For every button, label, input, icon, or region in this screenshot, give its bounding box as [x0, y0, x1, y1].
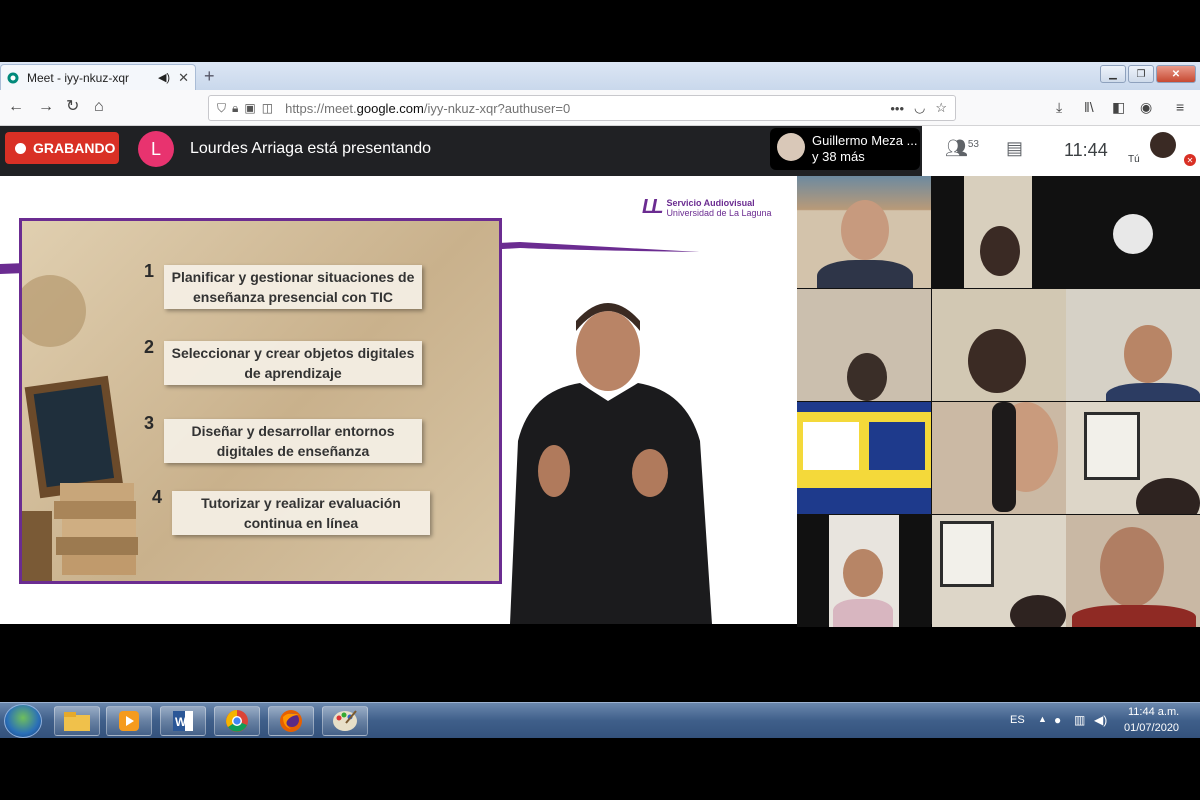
browser-nav-bar: ← → ↻ ⌂ ⛉ 🔒︎ ▣ ◫ https://meet.google.com… — [0, 90, 1200, 126]
participant-tile[interactable] — [932, 289, 1066, 401]
volume-icon[interactable]: ◀) — [1094, 713, 1107, 727]
item-text: Planificar y gestionar situaciones de en… — [164, 265, 422, 309]
firefox-icon[interactable] — [268, 706, 314, 736]
presenter-avatar: L — [138, 131, 174, 167]
participant-tile[interactable] — [797, 176, 931, 288]
new-tab-button[interactable]: + — [204, 65, 215, 87]
participant-tile[interactable] — [797, 289, 931, 401]
menu-icon[interactable]: ≡ — [1176, 99, 1184, 115]
meet-favicon-icon — [7, 72, 19, 83]
browser-tab[interactable]: Meet - iyy-nkuz-xqr ◀) ✕ — [0, 64, 196, 90]
mic-permission-icon[interactable]: ◫ — [262, 101, 273, 115]
close-tab-icon[interactable]: ✕ — [178, 70, 189, 86]
tray-date[interactable]: 01/07/2020 — [1124, 722, 1179, 734]
media-player-icon[interactable] — [106, 706, 152, 736]
item-number: 3 — [144, 413, 155, 433]
reload-icon[interactable]: ↻ — [66, 97, 79, 117]
speaker-icon[interactable]: ◀) — [158, 71, 170, 84]
participant-tile[interactable] — [1066, 515, 1200, 627]
recording-badge: GRABANDO — [5, 132, 119, 164]
slide-frame: 1 Planificar y gestionar situaciones de … — [19, 218, 502, 584]
participants-button[interactable]: 👥︎53 — [945, 138, 979, 159]
home-icon[interactable]: ⌂ — [94, 97, 104, 117]
browser-tab-bar: Meet - iyy-nkuz-xqr ◀) ✕ + ▁ ❐ ✕ — [0, 62, 1200, 90]
language-indicator[interactable]: ES — [1010, 714, 1025, 726]
record-dot-icon — [15, 142, 26, 154]
paint-icon[interactable] — [322, 706, 368, 736]
page-actions-icon[interactable]: ••• — [890, 101, 904, 116]
library-icon[interactable]: ‖\ — [1084, 99, 1094, 115]
shield-icon[interactable]: ⛉ — [217, 101, 226, 116]
close-window-button[interactable]: ✕ — [1156, 65, 1196, 83]
system-tray: ES ▲ ● ▥ ◀) 11:44 a.m. 01/07/2020 — [1000, 703, 1200, 739]
muted-mic-icon: ✕ — [1184, 154, 1196, 166]
chat-icon[interactable]: ▤ — [1006, 138, 1023, 159]
brand-line-2: Universidad de La Laguna — [666, 207, 772, 218]
windows-taskbar: W ES ▲ ● ▥ ◀) 11:44 a.m. 01/07/2020 — [0, 702, 1200, 738]
books-chalkboard-illustration — [22, 275, 138, 581]
chrome-icon[interactable] — [214, 706, 260, 736]
address-bar[interactable]: ⛉ 🔒︎ ▣ ◫ https://meet.google.com/iyy-nku… — [208, 95, 956, 121]
camera-permission-icon[interactable]: ▣ — [244, 101, 255, 115]
pocket-icon[interactable]: ◡ — [914, 100, 925, 116]
brand-line-1: Servicio Audiovisual — [666, 197, 755, 208]
active-speaker-box[interactable]: Guillermo Meza ... y 38 más — [770, 128, 920, 170]
self-label: Tú — [1128, 154, 1140, 165]
start-button[interactable] — [4, 704, 42, 738]
brand-logo: LL Servicio Audiovisual Universidad de L… — [642, 196, 772, 219]
word-icon[interactable]: W — [160, 706, 206, 736]
people-icon: 👥︎ — [945, 138, 968, 158]
item-text: Seleccionar y crear objetos digitales de… — [164, 341, 422, 385]
ull-logo-icon: LL — [642, 196, 664, 218]
url-text[interactable]: https://meet.google.com/iyy-nkuz-xqr?aut… — [285, 101, 880, 116]
tray-time[interactable]: 11:44 a.m. — [1128, 706, 1179, 718]
account-icon[interactable]: ◉ — [1140, 99, 1152, 116]
sidebar-icon[interactable]: ◧ — [1112, 99, 1125, 116]
bookmark-star-icon[interactable]: ☆ — [935, 100, 947, 116]
forward-icon[interactable]: → — [38, 97, 54, 117]
participant-tile[interactable] — [964, 176, 1032, 288]
meet-header: GRABANDO L Lourdes Arriaga está presenta… — [0, 126, 1200, 176]
app-tray-icon[interactable]: ● — [1054, 713, 1061, 727]
maximize-button[interactable]: ❐ — [1128, 65, 1154, 83]
participant-avatar — [777, 133, 805, 161]
presenter-video — [510, 303, 712, 624]
participant-tile[interactable] — [1033, 176, 1200, 288]
lock-icon[interactable]: 🔒︎ — [232, 101, 238, 116]
network-icon[interactable]: ▥ — [1074, 713, 1085, 727]
file-explorer-icon[interactable] — [54, 706, 100, 736]
item-number: 1 — [144, 261, 155, 281]
presentation-stage: LL Servicio Audiovisual Universidad de L… — [0, 176, 797, 624]
item-text: Diseñar y desarrollar entornos digitales… — [164, 419, 422, 463]
participant-tile[interactable] — [932, 402, 1066, 514]
participant-tile[interactable] — [1066, 289, 1200, 401]
item-text: Tutorizar y realizar evaluación continua… — [172, 491, 430, 535]
presenting-text: Lourdes Arriaga está presentando — [190, 140, 432, 157]
participant-tile[interactable] — [932, 515, 1066, 627]
show-hidden-icons[interactable]: ▲ — [1038, 714, 1047, 724]
download-icon[interactable]: ⤓ — [1056, 99, 1062, 116]
back-icon[interactable]: ← — [8, 97, 24, 117]
item-number: 2 — [144, 337, 155, 357]
participant-more: y 38 más — [812, 149, 865, 164]
screen: Meet - iyy-nkuz-xqr ◀) ✕ + ▁ ❐ ✕ ← → ↻ ⌂… — [0, 62, 1200, 738]
minimize-button[interactable]: ▁ — [1100, 65, 1126, 83]
self-avatar[interactable] — [1150, 132, 1176, 158]
participant-grid — [797, 176, 1200, 627]
window-controls: ▁ ❐ ✕ — [1100, 65, 1196, 83]
participant-tile[interactable] — [797, 515, 931, 627]
svg-text:W: W — [175, 715, 187, 729]
participant-tile[interactable] — [1066, 402, 1200, 514]
participant-tile-shared-screen[interactable] — [797, 402, 931, 514]
tab-title: Meet - iyy-nkuz-xqr — [27, 70, 130, 85]
participant-name: Guillermo Meza ... — [812, 133, 918, 148]
item-number: 4 — [152, 487, 163, 507]
meeting-clock: 11:44 — [1064, 140, 1108, 160]
